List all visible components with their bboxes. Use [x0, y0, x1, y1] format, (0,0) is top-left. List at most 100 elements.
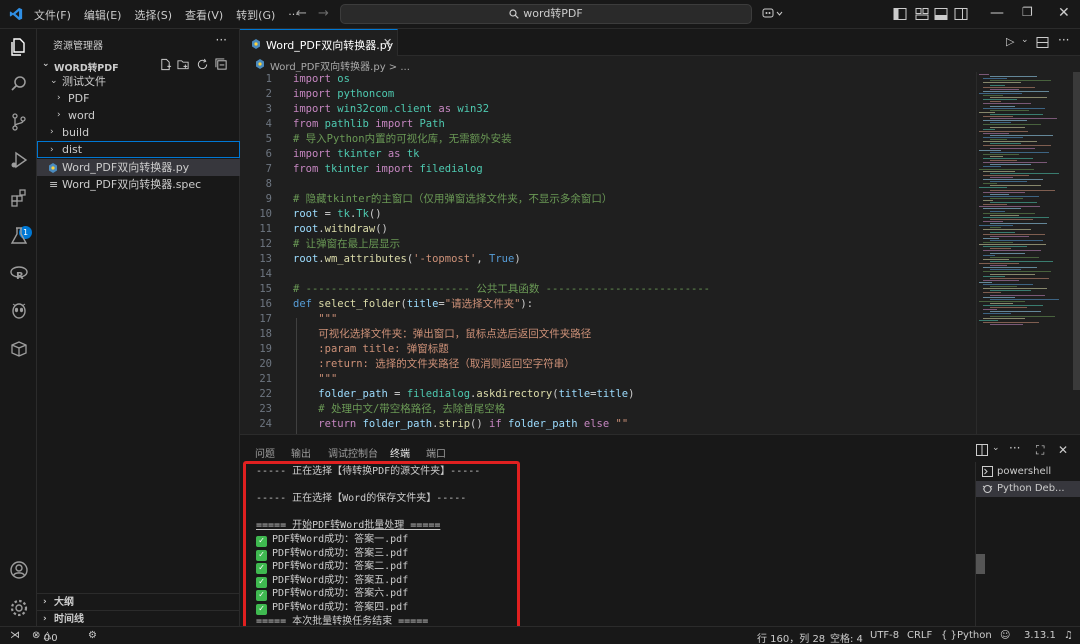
- panel-more-actions-icon[interactable]: ···: [1009, 441, 1020, 455]
- terminal-item-powershell[interactable]: powershell: [976, 464, 1080, 480]
- menu-edit[interactable]: 编辑(E): [84, 7, 122, 23]
- new-file-icon[interactable]: [159, 58, 172, 71]
- run-dropdown-chevron-icon[interactable]: ⌄: [1021, 35, 1029, 45]
- toggle-secondary-sidebar-icon[interactable]: [954, 7, 968, 21]
- terminal-dropdown-chevron-icon[interactable]: ⌄: [992, 443, 1000, 453]
- editor-more-actions-icon[interactable]: ···: [1058, 33, 1069, 47]
- code-line[interactable]: 21 """: [240, 372, 976, 387]
- menu-go[interactable]: 转到(G): [236, 7, 275, 23]
- encoding[interactable]: UTF-8: [870, 630, 899, 641]
- minimap[interactable]: [976, 72, 1080, 434]
- tab-debug-console[interactable]: 调试控制台: [328, 445, 378, 460]
- tree-file-spec[interactable]: ≡ Word_PDF双向转换器.spec: [37, 176, 240, 193]
- run-python-icon[interactable]: ▷: [1006, 35, 1014, 48]
- code-line[interactable]: 15 # -------------------------- 公共工具函数 --…: [240, 282, 976, 297]
- close-window-icon[interactable]: ✕: [1058, 5, 1070, 21]
- code-line[interactable]: 19 :param title: 弹窗标题: [240, 342, 976, 357]
- close-tab-icon[interactable]: ✕: [383, 36, 392, 49]
- code-editor[interactable]: 1 import os 2 import pythoncom 3 import win32…: [240, 72, 976, 434]
- problems-status[interactable]: ⊗ 0 △ 0: [32, 630, 58, 644]
- source-control-icon[interactable]: [9, 112, 29, 132]
- menu-view[interactable]: 查看(V): [185, 7, 223, 23]
- toggle-panel-icon[interactable]: [934, 7, 948, 21]
- code-line[interactable]: 16 def select_folder(title="请选择文件夹"):: [240, 297, 976, 312]
- breadcrumb-path[interactable]: Word_PDF双向转换器.py > ...: [270, 58, 410, 73]
- explorer-icon[interactable]: [9, 37, 29, 57]
- copilot-icon[interactable]: [762, 7, 784, 21]
- code-line[interactable]: 9 # 隐藏tkinter的主窗口（仅用弹窗选择文件夹，不显示多余窗口）: [240, 192, 976, 207]
- terminal-item-python-debug[interactable]: Python Deb...: [976, 481, 1080, 497]
- debug-status-icon[interactable]: ⚙: [88, 630, 97, 641]
- alien-extension-icon[interactable]: [9, 301, 29, 321]
- braces-icon[interactable]: { }: [941, 630, 957, 641]
- tree-folder-test-files[interactable]: ⌄ 测试文件: [37, 73, 240, 90]
- r-language-icon[interactable]: R: [9, 263, 29, 283]
- tree-folder-pdf[interactable]: › PDF: [37, 90, 240, 107]
- command-center-search[interactable]: word转PDF: [340, 4, 752, 24]
- tab-output[interactable]: 输出: [291, 445, 311, 460]
- code-line[interactable]: 3 import win32com.client as win32: [240, 102, 976, 117]
- editor-scrollbar[interactable]: [1073, 72, 1080, 390]
- new-folder-icon[interactable]: [177, 58, 190, 71]
- code-line[interactable]: 13 root.wm_attributes('-topmost', True): [240, 252, 976, 267]
- workspace-folder-header[interactable]: ⌄ WORD转PDF: [37, 57, 240, 74]
- tree-folder-build[interactable]: › build: [37, 124, 240, 141]
- tree-folder-word[interactable]: › word: [37, 107, 240, 124]
- code-line[interactable]: 11 root.withdraw(): [240, 222, 976, 237]
- notifications-bell-icon[interactable]: ♫: [1064, 630, 1073, 641]
- split-editor-icon[interactable]: [1036, 36, 1049, 49]
- code-line[interactable]: 5 # 导入Python内置的可视化库，无需额外安装: [240, 132, 976, 147]
- split-terminal-icon[interactable]: [976, 444, 988, 456]
- tree-file-py[interactable]: Word_PDF双向转换器.py: [37, 159, 240, 176]
- collapse-all-icon[interactable]: [215, 58, 228, 71]
- tab-ports[interactable]: 端口: [426, 445, 446, 460]
- code-line[interactable]: 18 可视化选择文件夹：弹出窗口，鼠标点选后返回文件夹路径: [240, 327, 976, 342]
- outline-section[interactable]: › 大纲: [37, 593, 240, 610]
- minimize-icon[interactable]: —: [990, 5, 1004, 21]
- code-line[interactable]: 24 return folder_path.strip() if folder_…: [240, 417, 976, 432]
- code-line[interactable]: 7 from tkinter import filedialog: [240, 162, 976, 177]
- account-icon[interactable]: [9, 560, 29, 580]
- code-line[interactable]: 20 :return: 选择的文件夹路径（取消则返回空字符串）: [240, 357, 976, 372]
- indentation[interactable]: 空格: 4: [830, 630, 863, 644]
- code-line[interactable]: 1 import os: [240, 72, 976, 87]
- menu-selection[interactable]: 选择(S): [134, 7, 172, 23]
- code-line[interactable]: 22 folder_path = filedialog.askdirectory…: [240, 387, 976, 402]
- forward-arrow-icon[interactable]: →: [318, 6, 329, 21]
- copilot-status-icon[interactable]: ☺: [1000, 630, 1010, 641]
- toggle-primary-sidebar-icon[interactable]: [893, 7, 907, 21]
- restore-icon[interactable]: ❐: [1022, 5, 1033, 19]
- customize-layout-icon[interactable]: [915, 7, 929, 21]
- code-line[interactable]: 14: [240, 267, 976, 282]
- language-mode[interactable]: Python: [957, 630, 992, 641]
- run-debug-icon[interactable]: [9, 150, 29, 170]
- cursor-position[interactable]: 行 160，列 28: [757, 630, 825, 644]
- explorer-more-button[interactable]: ···: [216, 33, 227, 47]
- code-line[interactable]: 17 """: [240, 312, 976, 327]
- maximize-panel-icon[interactable]: ⛶: [1036, 443, 1044, 458]
- code-line[interactable]: 6 import tkinter as tk: [240, 147, 976, 162]
- tab-problems[interactable]: 问题: [255, 445, 275, 460]
- package-box-icon[interactable]: [9, 339, 29, 359]
- close-panel-icon[interactable]: ✕: [1058, 443, 1068, 457]
- terminal-scrollbar[interactable]: [976, 554, 985, 574]
- extensions-icon[interactable]: [9, 188, 29, 208]
- tab-word-pdf-converter[interactable]: Word_PDF双向转换器.py ✕: [240, 29, 398, 56]
- tree-folder-dist[interactable]: › dist: [37, 141, 240, 158]
- code-line[interactable]: 10 root = tk.Tk(): [240, 207, 976, 222]
- code-line[interactable]: 4 from pathlib import Path: [240, 117, 976, 132]
- code-line[interactable]: 12 # 让弹窗在最上层显示: [240, 237, 976, 252]
- testing-flask-icon[interactable]: [9, 226, 29, 246]
- settings-gear-icon[interactable]: [9, 598, 29, 618]
- code-line[interactable]: 8: [240, 177, 976, 192]
- code-line[interactable]: 23 # 处理中文/带空格路径，去除首尾空格: [240, 402, 976, 417]
- search-view-icon[interactable]: [9, 74, 29, 94]
- back-arrow-icon[interactable]: ←: [296, 6, 307, 21]
- timeline-section[interactable]: › 时间线: [37, 610, 240, 627]
- python-version[interactable]: 3.13.1: [1024, 630, 1056, 641]
- remote-icon[interactable]: ⋊: [10, 630, 20, 641]
- code-line[interactable]: 2 import pythoncom: [240, 87, 976, 102]
- refresh-icon[interactable]: [196, 58, 209, 71]
- menu-file[interactable]: 文件(F): [34, 7, 71, 23]
- line-ending[interactable]: CRLF: [907, 630, 932, 641]
